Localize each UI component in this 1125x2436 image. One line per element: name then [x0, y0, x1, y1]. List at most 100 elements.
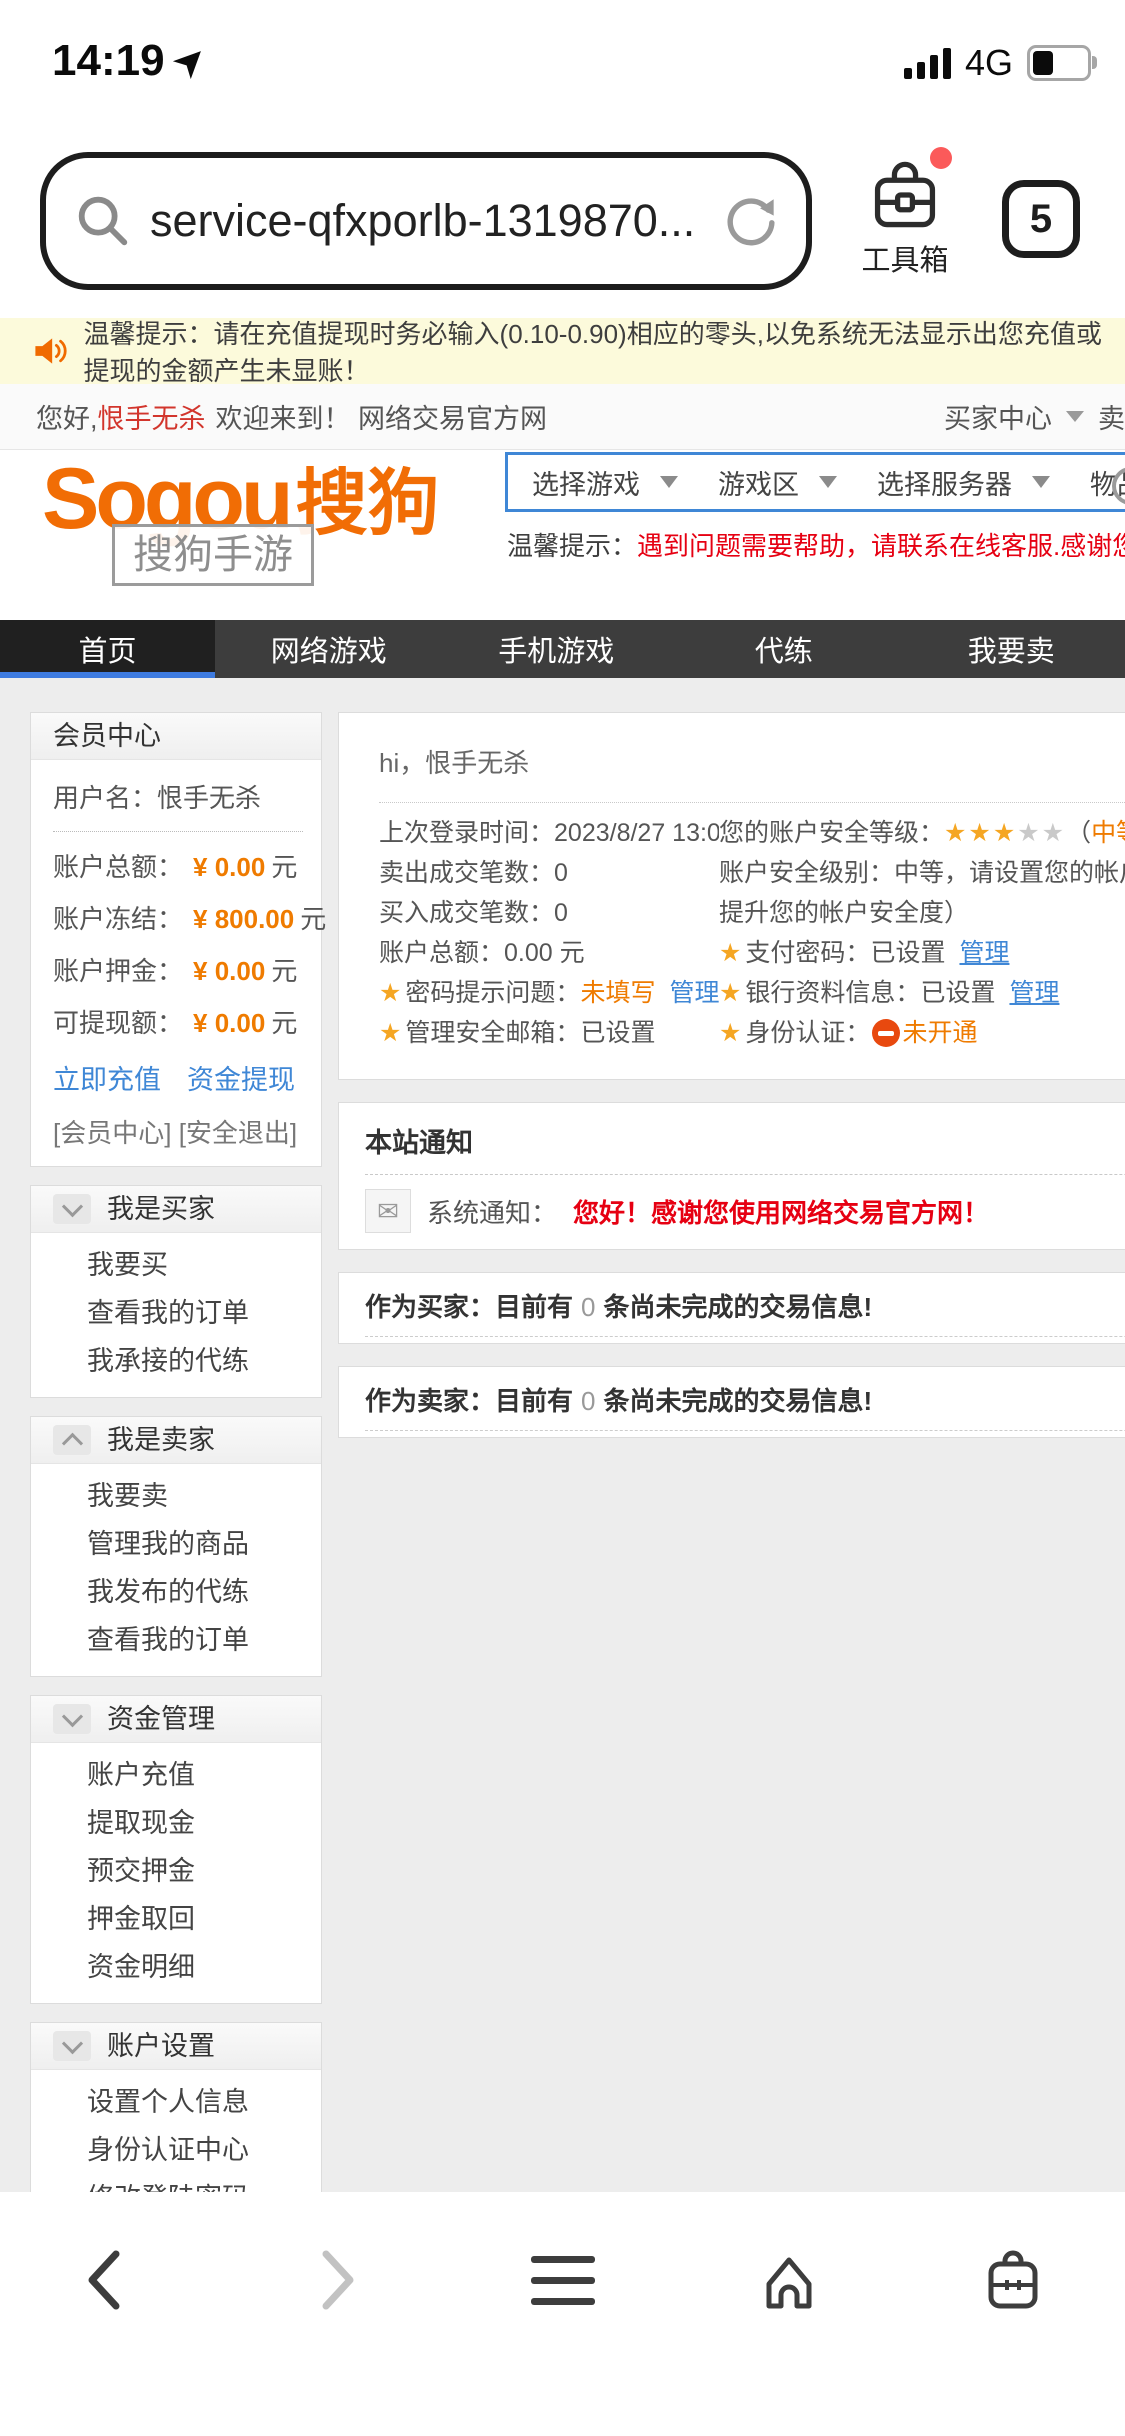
nav-tab-boosting[interactable]: 代练 [670, 620, 898, 678]
zone-select[interactable]: 游戏区 [718, 463, 837, 502]
sidebar-item-manage-goods[interactable]: 管理我的商品 [31, 1520, 321, 1568]
sidebar-item-buy[interactable]: 我要买 [31, 1241, 321, 1289]
sidebar-item-id-auth-center[interactable]: 身份认证中心 [31, 2126, 321, 2174]
sidebar-item-profile-settings[interactable]: 设置个人信息 [31, 2078, 321, 2126]
balance-withdrawable-row: 可提现额： ¥ 0.00 元 [53, 1008, 298, 1038]
battery-icon [1027, 45, 1097, 81]
buyer-status-text: 作为买家：目前有 0 条尚未完成的交易信息! [365, 1287, 1125, 1337]
sidebar-item-published-boosting[interactable]: 我发布的代练 [31, 1568, 321, 1616]
star-icon: ★ [719, 979, 742, 1007]
nav-tab-pc-games[interactable]: 网络游戏 [215, 620, 443, 678]
section-funds-header[interactable]: 资金管理 [31, 1696, 321, 1743]
site-notice-title: 本站通知 [365, 1128, 473, 1158]
status-bar: 14:19 ➤ 4G [0, 0, 1125, 100]
browser-bottom-toolbar [0, 2192, 1125, 2436]
toolbox-button[interactable]: 工具箱 [842, 147, 968, 279]
game-select[interactable]: 选择游戏 [532, 463, 678, 502]
service-tip: 温馨提示：遇到问题需要帮助，请联系在线客服.感谢您的支持! [507, 531, 1125, 561]
recharge-link[interactable]: 立即充值 [53, 1058, 161, 1097]
sidebar-item-change-login-password[interactable]: 修改登陆密码 [31, 2174, 321, 2192]
manage-bank-info-link[interactable]: 管理 [1009, 979, 1059, 1007]
site-tip-bar: 温馨提示：请在充值提现时务必输入(0.10-0.90)相应的零头,以免系统无法显… [0, 318, 1125, 386]
site-notice-panel: 本站通知 ✉ 系统通知： 您好！感谢您使用网络交易官方网！ [338, 1102, 1125, 1250]
password-hint-row: ★ 密码提示问题：未填写 管理 [379, 979, 719, 1007]
nav-tab-home[interactable]: 首页 [0, 620, 215, 678]
notification-dot [930, 147, 952, 169]
section-buyer-header[interactable]: 我是买家 [31, 1186, 321, 1233]
sidebar-item-recharge[interactable]: 账户充值 [31, 1751, 321, 1799]
member-username: 用户名：恨手无杀 [53, 766, 303, 832]
star-icon: ★ [379, 1019, 402, 1047]
star-icons-empty: ★★ [1017, 819, 1067, 847]
section-funds: 资金管理 账户充值 提取现金 预交押金 押金取回 资金明细 [30, 1695, 322, 2004]
main-nav: 首页 网络游戏 手机游戏 代练 我要卖 [0, 620, 1125, 678]
section-buyer: 我是买家 我要买 查看我的订单 我承接的代练 [30, 1185, 322, 1398]
manage-pay-password-link[interactable]: 管理 [959, 939, 1009, 967]
page-content: 会员中心 用户名：恨手无杀 账户总额： ¥ 0.00 元 账户冻结： ¥ 800.00… [0, 678, 1125, 2192]
section-seller-header[interactable]: 我是卖家 [31, 1417, 321, 1464]
time-text: 14:19 [52, 36, 165, 85]
bank-info-row: ★ 银行资料信息：已设置 管理 [719, 979, 1060, 1007]
member-center-title: 会员中心 [31, 713, 321, 760]
seller-status-text: 作为卖家：目前有 0 条尚未完成的交易信息! [365, 1381, 1125, 1431]
forward-button[interactable] [302, 2248, 366, 2312]
welcome-bar: 您好, 恨手无杀 欢迎来到！ 网络交易官方网 买家中心 卖 [0, 384, 1125, 450]
sidebar-item-withdraw-cash[interactable]: 提取现金 [31, 1799, 321, 1847]
section-account-header[interactable]: 账户设置 [31, 2023, 321, 2070]
chevron-down-icon [1032, 476, 1050, 488]
logout-link[interactable]: [安全退出] [179, 1118, 297, 1148]
section-account: 账户设置 设置个人信息 身份认证中心 修改登陆密码 修改支付密码 [30, 2022, 322, 2192]
security-note-line2: 账户安全级别：中等，请设置您的帐户信息 [719, 859, 1125, 887]
seller-status-panel: 作为卖家：目前有 0 条尚未完成的交易信息! [338, 1366, 1125, 1438]
balance-deposit-row: 账户押金： ¥ 0.00 元 [53, 956, 298, 986]
home-button[interactable] [757, 2248, 821, 2312]
sidebar-item-funds-detail[interactable]: 资金明细 [31, 1943, 321, 1991]
forward-icon [322, 2250, 354, 2310]
chevron-down-icon [660, 476, 678, 488]
network-type: 4G [964, 42, 1013, 83]
sidebar-item-prepay-deposit[interactable]: 预交押金 [31, 1847, 321, 1895]
chevron-down-icon [53, 1194, 91, 1224]
server-select[interactable]: 选择服务器 [877, 463, 1050, 502]
url-text[interactable]: service-qfxporlb-1319870... [150, 195, 706, 247]
username-text: 恨手无杀 [97, 404, 206, 434]
signal-strength-icon [903, 47, 951, 79]
sidebar-item-sell[interactable]: 我要卖 [31, 1472, 321, 1520]
sold-count-row: 卖出成交笔数：0 [379, 859, 568, 887]
withdraw-link[interactable]: 资金提现 [187, 1058, 295, 1097]
refresh-icon[interactable] [722, 192, 780, 250]
system-notice-label: 系统通知： [427, 1197, 558, 1228]
member-center-link[interactable]: [会员中心] [53, 1118, 171, 1148]
tab-count-button[interactable]: 5 [1002, 180, 1080, 258]
manage-password-hint-link[interactable]: 管理 [669, 979, 719, 1007]
sidebar-item-accepted-boosting[interactable]: 我承接的代练 [31, 1337, 321, 1385]
filter-bar: 选择游戏 游戏区 选择服务器 物品类型 [505, 452, 1125, 512]
tab-count: 5 [1029, 196, 1053, 241]
envelope-icon: ✉ [365, 1189, 411, 1233]
toolbox-bottom-button[interactable] [981, 2248, 1045, 2312]
balance-frozen-row: 账户冻结： ¥ 800.00 元 [53, 904, 327, 934]
system-notice-message: 您好！感谢您使用网络交易官方网！ [573, 1197, 990, 1228]
section-seller: 我是卖家 我要卖 管理我的商品 我发布的代练 查看我的订单 [30, 1416, 322, 1677]
clock: 14:19 ➤ [52, 35, 214, 86]
star-icon: ★ [719, 939, 742, 967]
site-header: Sogou搜狗 搜狗手游 选择游戏 游戏区 选择服务器 物品类型 温馨提示：遇到… [0, 450, 1125, 620]
bought-count-row: 买入成交笔数：0 [379, 899, 568, 927]
home-icon [766, 2257, 812, 2309]
nav-tab-mobile-games[interactable]: 手机游戏 [443, 620, 671, 678]
address-bar[interactable]: service-qfxporlb-1319870... [40, 152, 812, 290]
menu-button[interactable] [531, 2248, 595, 2312]
security-level-row: 您的账户安全等级：★★★★★（中等 您的 [719, 819, 1125, 847]
logo-subtitle: 搜狗手游 [112, 524, 314, 586]
sidebar-item-seller-orders[interactable]: 查看我的订单 [31, 1616, 321, 1664]
sidebar-item-deposit-return[interactable]: 押金取回 [31, 1895, 321, 1943]
seller-center-menu[interactable]: 卖 [1098, 397, 1125, 436]
account-balance-row: 账户总额：0.00 元 [379, 939, 585, 967]
buyer-center-menu[interactable]: 买家中心 [944, 397, 1052, 436]
balance-total-row: 账户总额： ¥ 0.00 元 [53, 852, 298, 882]
toolbox-icon [874, 161, 936, 228]
star-icon: ★ [379, 979, 402, 1007]
back-button[interactable] [76, 2248, 140, 2312]
nav-tab-sell[interactable]: 我要卖 [898, 620, 1125, 678]
sidebar-item-my-orders[interactable]: 查看我的订单 [31, 1289, 321, 1337]
